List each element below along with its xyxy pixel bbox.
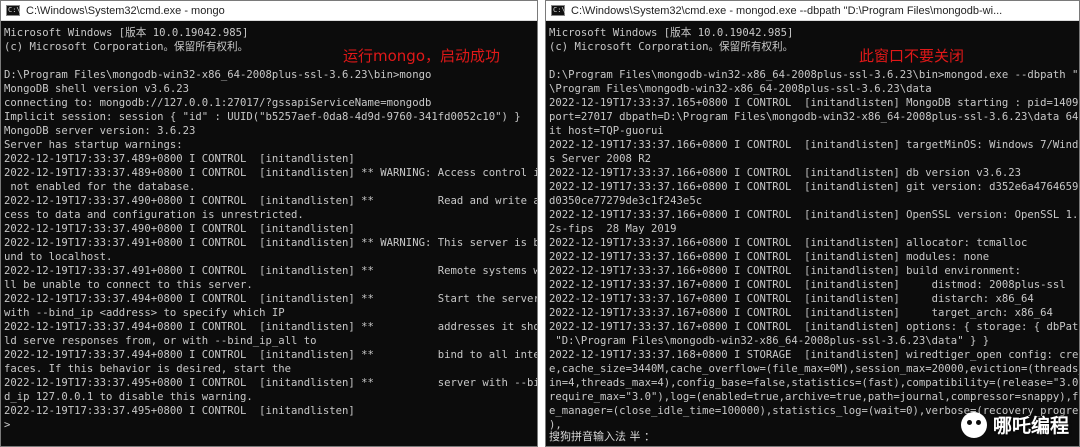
watermark: 哪吒编程	[960, 411, 1069, 438]
console-line: (c) Microsoft Corporation。保留所有权利。	[549, 41, 794, 53]
console-line: require_max="3.0"),log=(enabled=true,arc…	[549, 391, 1079, 403]
console-line: und to localhost.	[4, 251, 113, 263]
console-line: 2022-12-19T17:33:37.166+0800 I CONTROL […	[549, 237, 1028, 249]
console-line: ll be unable to connect to this server.	[4, 279, 253, 291]
console-line: 2022-12-19T17:33:37.490+0800 I CONTROL […	[4, 195, 537, 207]
console-line: 2022-12-19T17:33:37.167+0800 I CONTROL […	[549, 321, 1079, 333]
console-line: Server has startup warnings:	[4, 139, 183, 151]
console-line: D:\Program Files\mongodb-win32-x86_64-20…	[4, 69, 432, 81]
console-line: D:\Program Files\mongodb-win32-x86_64-20…	[549, 69, 1079, 81]
console-line: it host=TQP-guorui	[549, 125, 664, 137]
console-line: e,cache_size=3440M,cache_overflow=(file_…	[549, 363, 1079, 375]
console-line: Microsoft Windows [版本 10.0.19042.985]	[549, 27, 794, 39]
console-line: 2022-12-19T17:33:37.489+0800 I CONTROL […	[4, 153, 355, 165]
console-line: 2022-12-19T17:33:37.166+0800 I CONTROL […	[549, 209, 1079, 221]
console-line: Implicit session: session { "id" : UUID(…	[4, 111, 521, 123]
left-console-output[interactable]: Microsoft Windows [版本 10.0.19042.985] (c)…	[1, 22, 537, 446]
right-console-output[interactable]: Microsoft Windows [版本 10.0.19042.985] (c)…	[546, 22, 1079, 446]
console-line: ld serve responses from, or with --bind_…	[4, 335, 317, 347]
console-line: 2s-fips 28 May 2019	[549, 223, 677, 235]
console-line: 2022-12-19T17:33:37.494+0800 I CONTROL […	[4, 293, 537, 305]
console-line: 2022-12-19T17:33:37.491+0800 I CONTROL […	[4, 265, 537, 277]
left-title-bar[interactable]: C:\ C:\Windows\System32\cmd.exe - mongo	[1, 1, 537, 21]
console-line: 2022-12-19T17:33:37.494+0800 I CONTROL […	[4, 349, 537, 361]
console-line: \Program Files\mongodb-win32-x86_64-2008…	[549, 83, 932, 95]
console-line: 2022-12-19T17:33:37.166+0800 I CONTROL […	[549, 167, 1021, 179]
console-line: in=4,threads_max=4),config_base=false,st…	[549, 377, 1079, 389]
console-line: 2022-12-19T17:33:37.166+0800 I CONTROL […	[549, 181, 1079, 193]
console-line: 2022-12-19T17:33:37.167+0800 I CONTROL […	[549, 279, 1066, 291]
console-line: 2022-12-19T17:33:37.491+0800 I CONTROL […	[4, 237, 537, 249]
console-line: d0350ce77279de3c1f243e5c	[549, 195, 703, 207]
cmd-icon: C:\	[6, 5, 21, 16]
console-line: MongoDB shell version v3.6.23	[4, 83, 189, 95]
console-line: with --bind_ip <address> to specify whic…	[4, 307, 285, 319]
console-line: 2022-12-19T17:33:37.166+0800 I CONTROL […	[549, 139, 1079, 151]
console-line: 2022-12-19T17:33:37.167+0800 I CONTROL […	[549, 307, 1053, 319]
console-line: s Server 2008 R2	[549, 153, 652, 165]
left-window-title: C:\Windows\System32\cmd.exe - mongo	[26, 4, 225, 17]
console-line: 2022-12-19T17:33:37.490+0800 I CONTROL […	[4, 223, 355, 235]
console-line: MongoDB server version: 3.6.23	[4, 125, 196, 137]
console-line: faces. If this behavior is desired, star…	[4, 363, 292, 375]
right-window-title: C:\Windows\System32\cmd.exe - mongod.exe…	[571, 4, 1003, 17]
console-line: port=27017 dbpath=D:\Program Files\mongo…	[549, 111, 1079, 123]
console-line: 2022-12-19T17:33:37.166+0800 I CONTROL […	[549, 265, 1021, 277]
mongod-server-window[interactable]: C:\ C:\Windows\System32\cmd.exe - mongod…	[545, 0, 1080, 447]
console-line: 2022-12-19T17:33:37.495+0800 I CONTROL […	[4, 377, 537, 389]
right-annotation: 此窗口不要关闭	[859, 47, 965, 65]
right-title-bar[interactable]: C:\ C:\Windows\System32\cmd.exe - mongod…	[546, 1, 1079, 21]
console-line: 2022-12-19T17:33:37.165+0800 I CONTROL […	[549, 97, 1079, 109]
cmd-icon: C:\	[551, 5, 566, 16]
console-line: connecting to: mongodb://127.0.0.1:27017…	[4, 97, 432, 109]
console-line: 2022-12-19T17:33:37.489+0800 I CONTROL […	[4, 167, 537, 179]
console-line: Microsoft Windows [版本 10.0.19042.985]	[4, 27, 249, 39]
smiley-icon	[960, 411, 987, 438]
console-line: d_ip 127.0.0.1 to disable this warning.	[4, 391, 253, 403]
console-line: 2022-12-19T17:33:37.494+0800 I CONTROL […	[4, 321, 537, 333]
console-line: 2022-12-19T17:33:37.167+0800 I CONTROL […	[549, 293, 1034, 305]
console-line: 2022-12-19T17:33:37.495+0800 I CONTROL […	[4, 405, 355, 417]
mongo-shell-window[interactable]: C:\ C:\Windows\System32\cmd.exe - mongo …	[0, 0, 538, 447]
watermark-text: 哪吒编程	[992, 415, 1069, 437]
console-line: 2022-12-19T17:33:37.168+0800 I STORAGE […	[549, 349, 1079, 361]
console-line: "D:\Program Files\mongodb-win32-x86_64-2…	[549, 335, 990, 347]
console-line: 2022-12-19T17:33:37.166+0800 I CONTROL […	[549, 251, 990, 263]
console-line: not enabled for the database.	[4, 181, 196, 193]
console-line: cess to data and configuration is unrest…	[4, 209, 304, 221]
ime-status-bar: 搜狗拼音输入法 半 ：	[549, 430, 655, 443]
left-annotation: 运行mongo，启动成功	[343, 47, 500, 65]
console-line: >	[4, 419, 11, 431]
